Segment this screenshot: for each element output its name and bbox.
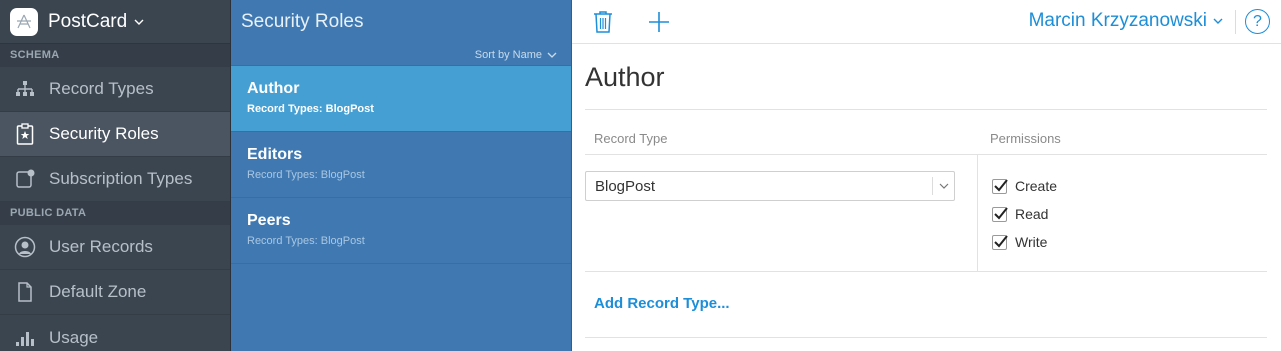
checkbox-checked-icon [992, 178, 1008, 194]
app-switcher[interactable]: PostCard [0, 0, 230, 44]
column-divider [977, 155, 978, 271]
toolbar-divider [1235, 10, 1236, 34]
section-schema: SCHEMA [0, 44, 230, 67]
divider [585, 271, 1267, 272]
sidebar-item-label: Record Types [49, 79, 154, 98]
role-name: Peers [247, 212, 291, 229]
permission-label: Write [1015, 234, 1048, 250]
app-name: PostCard [48, 10, 128, 32]
permission-read-checkbox[interactable]: Read [992, 205, 1048, 223]
sidebar-item-default-zone[interactable]: Default Zone [0, 270, 230, 315]
sidebar-item-label: Usage [49, 327, 99, 347]
sort-label: Sort by Name [474, 48, 542, 61]
toolbar: Marcin Krzyzanowski ? [572, 0, 1281, 44]
role-subtitle: Record Types: BlogPost [247, 235, 365, 247]
permission-label: Create [1015, 178, 1058, 194]
add-role-button[interactable] [646, 9, 672, 35]
bar-chart-icon [14, 327, 36, 349]
sidebar-item-label: Subscription Types [49, 169, 193, 188]
record-type-select[interactable]: BlogPost [585, 171, 955, 201]
sidebar-item-security-roles[interactable]: Security Roles [0, 112, 230, 157]
permission-label: Read [1015, 206, 1049, 222]
column-header-record-type: Record Type [594, 131, 668, 146]
chevron-down-icon [134, 19, 144, 25]
trash-icon [594, 11, 612, 33]
sidebar: PostCard SCHEMA Record Types Security Ro… [0, 0, 231, 351]
user-menu[interactable]: Marcin Krzyzanowski [1029, 10, 1223, 32]
plus-icon [649, 12, 669, 32]
role-item-peers[interactable]: Peers Record Types: BlogPost [231, 198, 571, 264]
sidebar-item-user-records[interactable]: User Records [0, 225, 230, 270]
sidebar-item-record-types[interactable]: Record Types [0, 67, 230, 112]
permission-create-checkbox[interactable]: Create [992, 177, 1057, 195]
chevron-down-icon [1213, 18, 1223, 24]
roles-panel: Security Roles Sort by Name Author Recor… [231, 0, 572, 351]
sidebar-item-usage[interactable]: Usage [0, 315, 230, 351]
divider [585, 337, 1267, 338]
record-type-value: BlogPost [595, 177, 656, 195]
permission-write-checkbox[interactable]: Write [992, 233, 1047, 251]
role-detail: Marcin Krzyzanowski ? Author Record Type… [572, 0, 1281, 351]
roles-panel-title: Security Roles [241, 11, 364, 32]
role-name: Editors [247, 146, 303, 163]
column-header-permissions: Permissions [990, 131, 1061, 146]
help-icon: ? [1253, 12, 1262, 30]
checkbox-checked-icon [992, 234, 1008, 250]
user-icon [14, 236, 36, 258]
sort-dropdown[interactable]: Sort by Name [231, 44, 571, 66]
add-record-type-link[interactable]: Add Record Type... [594, 295, 730, 312]
role-item-editors[interactable]: Editors Record Types: BlogPost [231, 132, 571, 198]
checkbox-checked-icon [992, 206, 1008, 222]
help-button[interactable]: ? [1245, 9, 1270, 34]
page-title: Author [585, 62, 665, 92]
role-subtitle: Record Types: BlogPost [247, 169, 365, 181]
app-window: PostCard SCHEMA Record Types Security Ro… [0, 0, 1281, 351]
sidebar-item-subscription-types[interactable]: Subscription Types [0, 157, 230, 202]
hierarchy-icon [14, 78, 36, 100]
role-name: Author [247, 80, 300, 97]
divider [585, 109, 1267, 110]
sidebar-item-label: User Records [49, 237, 153, 256]
user-name: Marcin Krzyzanowski [1028, 10, 1207, 31]
delete-button[interactable] [590, 9, 616, 35]
document-icon [14, 281, 36, 303]
chevron-down-icon [932, 177, 954, 195]
section-public-data: PUBLIC DATA [0, 202, 230, 225]
subscription-icon [14, 168, 36, 190]
role-item-author[interactable]: Author Record Types: BlogPost [231, 66, 571, 132]
sidebar-item-label: Security Roles [49, 124, 159, 143]
divider [585, 154, 1267, 155]
badge-star-icon [14, 123, 36, 145]
sidebar-item-label: Default Zone [49, 282, 147, 301]
chevron-down-icon [547, 52, 557, 58]
role-subtitle: Record Types: BlogPost [247, 103, 374, 115]
app-icon [10, 7, 38, 36]
